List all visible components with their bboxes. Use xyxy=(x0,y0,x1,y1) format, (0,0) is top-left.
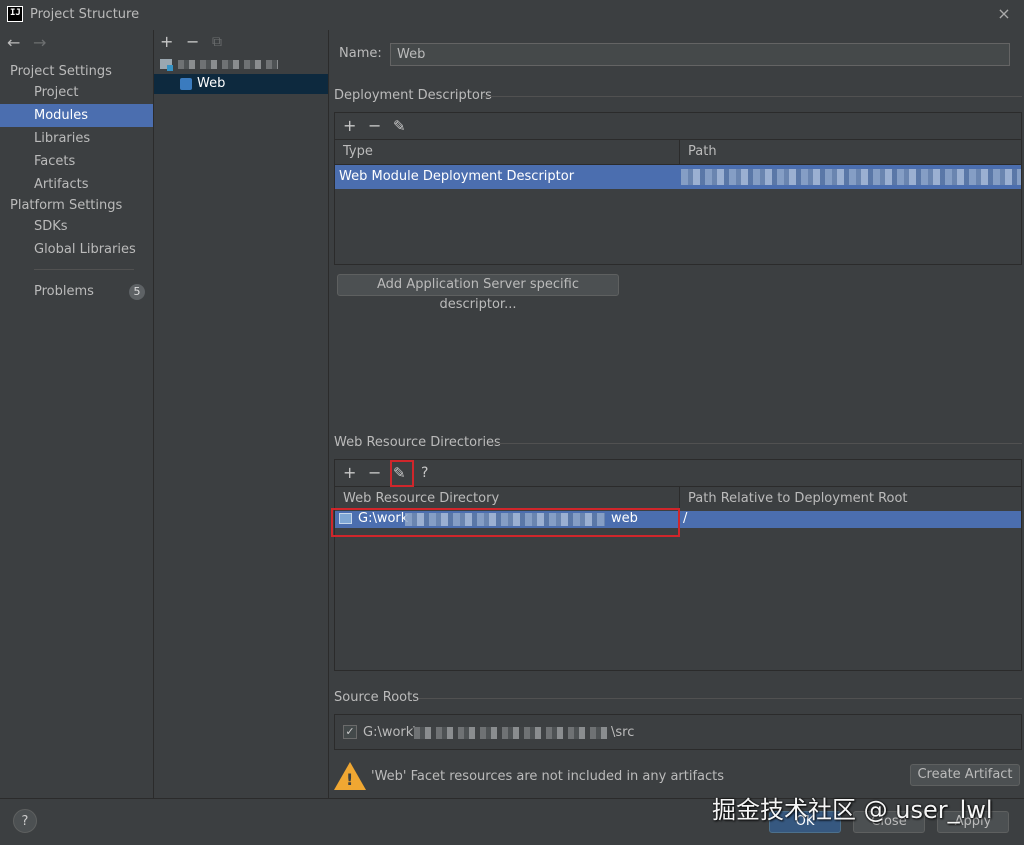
table-toolbar: + − ✎ ? xyxy=(335,460,1021,487)
help-question-icon[interactable]: ? xyxy=(421,465,428,481)
web-facet-icon xyxy=(180,78,192,90)
sidebar-item-artifacts[interactable]: Artifacts xyxy=(0,173,153,196)
redacted-path-cell xyxy=(681,169,1021,185)
platform-settings-header: Platform Settings xyxy=(10,198,123,213)
source-roots-title: Source Roots xyxy=(334,690,420,705)
module-marker-icon xyxy=(167,65,173,71)
create-artifact-button[interactable]: Create Artifact xyxy=(910,764,1020,786)
group-separator xyxy=(483,96,1022,97)
sidebar-item-sdks[interactable]: SDKs xyxy=(0,215,153,238)
remove-module-icon[interactable]: − xyxy=(186,34,199,50)
name-label: Name: xyxy=(339,46,382,61)
remove-resource-dir-icon[interactable]: − xyxy=(368,465,381,481)
add-server-descriptor-button[interactable]: Add Application Server specific descript… xyxy=(337,274,619,312)
deployment-descriptors-table: + − ✎ Type Path Web Module Deployment De… xyxy=(334,112,1022,265)
group-separator xyxy=(493,443,1022,444)
column-header-relative-path[interactable]: Path Relative to Deployment Root xyxy=(680,487,1022,511)
source-root-checkbox[interactable]: ✓ xyxy=(343,725,357,739)
sidebar-divider xyxy=(34,269,134,270)
sidebar-item-project[interactable]: Project xyxy=(0,81,153,104)
redacted-source-path xyxy=(414,727,610,739)
table-toolbar: + − ✎ xyxy=(335,113,1021,140)
tree-item-web-label: Web xyxy=(197,76,226,91)
source-root-path-prefix: G:\work\ xyxy=(363,725,418,740)
column-header-type[interactable]: Type xyxy=(335,140,680,164)
table-header: Web Resource Directory Path Relative to … xyxy=(335,487,1021,512)
table-row[interactable]: Web Module Deployment Descriptor xyxy=(335,165,1021,189)
edit-resource-dir-icon[interactable]: ✎ xyxy=(393,465,406,481)
web-resource-table: + − ✎ ? Web Resource Directory Path Rela… xyxy=(334,459,1022,671)
warning-message: 'Web' Facet resources are not included i… xyxy=(371,769,725,784)
web-resource-directories-title: Web Resource Directories xyxy=(334,435,501,450)
deployment-descriptors-title: Deployment Descriptors xyxy=(334,88,492,103)
forward-arrow-icon[interactable]: → xyxy=(33,33,46,52)
back-arrow-icon[interactable]: ← xyxy=(7,33,20,52)
copy-module-icon[interactable]: ⧉ xyxy=(212,34,222,50)
resource-dir-suffix: web xyxy=(611,511,638,526)
sidebar-item-facets[interactable]: Facets xyxy=(0,150,153,173)
group-separator xyxy=(419,698,1022,699)
redacted-resource-dir xyxy=(405,513,605,526)
title-bar xyxy=(0,0,1024,30)
sidebar-item-modules[interactable]: Modules xyxy=(0,104,153,127)
edit-descriptor-icon[interactable]: ✎ xyxy=(393,118,406,134)
problems-count-badge: 5 xyxy=(129,284,145,300)
table-row[interactable]: G:\work web / xyxy=(335,511,1021,528)
redacted-module-name xyxy=(178,60,278,69)
table-header: Type Path xyxy=(335,140,1021,165)
source-root-path-suffix: \src xyxy=(611,725,635,740)
column-header-path[interactable]: Path xyxy=(680,140,1022,164)
sidebar-item-global-libraries[interactable]: Global Libraries xyxy=(0,238,153,261)
warning-exclamation: ! xyxy=(346,770,354,789)
resource-dir-prefix: G:\work xyxy=(358,511,409,526)
descriptor-type-cell: Web Module Deployment Descriptor xyxy=(339,169,575,184)
window-title: Project Structure xyxy=(30,7,140,22)
add-descriptor-icon[interactable]: + xyxy=(343,118,356,134)
add-module-icon[interactable]: + xyxy=(160,34,173,50)
column-header-directory[interactable]: Web Resource Directory xyxy=(335,487,680,511)
tree-item-web[interactable]: Web xyxy=(154,74,328,94)
web-folder-icon xyxy=(339,513,352,524)
close-window-icon[interactable]: × xyxy=(994,4,1014,24)
watermark-text: 掘金技术社区 @ user_lwl xyxy=(712,796,993,824)
project-settings-header: Project Settings xyxy=(10,64,112,79)
sidebar-item-libraries[interactable]: Libraries xyxy=(0,127,153,150)
relative-path-cell: / xyxy=(683,511,688,526)
name-input[interactable] xyxy=(390,43,1010,66)
help-icon[interactable]: ? xyxy=(13,809,37,833)
tree-root-module[interactable] xyxy=(154,55,328,74)
add-resource-dir-icon[interactable]: + xyxy=(343,465,356,481)
module-tree-panel xyxy=(154,30,329,798)
remove-descriptor-icon[interactable]: − xyxy=(368,118,381,134)
intellij-logo-icon: IJ xyxy=(7,6,23,22)
